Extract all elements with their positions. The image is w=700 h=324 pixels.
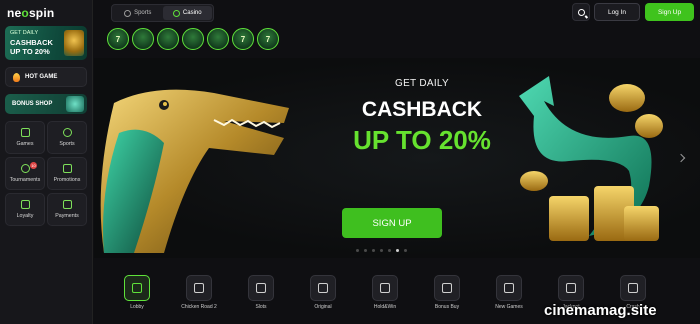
search-button[interactable] [572,3,590,21]
original-icon [310,275,336,301]
signup-button[interactable]: Sign Up [645,3,694,21]
category-label: Chicken Road 2 [181,304,217,310]
carousel-next-icon[interactable] [676,153,686,163]
sidebar-item-label: Loyalty [16,213,34,219]
category-original[interactable]: Original [292,275,354,310]
rocket-icon [620,275,646,301]
category-lobby[interactable]: Lobby [106,275,168,310]
featured-game-icon[interactable] [157,28,179,50]
sidebar-item-sports[interactable]: Sports [47,121,87,154]
crocodile-illustration [100,89,290,254]
search-icon [577,8,585,16]
cashback-promo-card[interactable]: GET DAILY CASHBACK UP TO 20% [5,26,87,60]
ball-icon [124,9,132,17]
sidebar-item-tournaments[interactable]: 10 Tournaments [5,157,45,190]
carousel-dot[interactable] [404,249,407,252]
carousel-dot[interactable] [356,249,359,252]
sidebar-item-payments[interactable]: Payments [47,193,87,226]
sidebar-item-label: Tournaments [9,177,41,183]
carousel-dot[interactable] [388,249,391,252]
featured-game-icon[interactable]: 7 [107,28,129,50]
section-tabs: Sports Casino [111,4,214,22]
casino-page: neospin GET DAILY CASHBACK UP TO 20% HOT… [0,0,700,324]
tab-casino[interactable]: Casino [162,6,212,20]
carousel-dots [356,249,407,252]
category-bonus-buy[interactable]: Bonus Buy [416,275,478,310]
banner-title: CASHBACK [361,98,483,121]
promo-line-2: CASHBACK [10,38,53,47]
category-label: Lobby [130,304,144,310]
tab-sports[interactable]: Sports [113,6,163,20]
diamond-icon [20,200,30,209]
category-label: Bonus Buy [434,304,460,310]
featured-games-row: 7 7 7 [107,28,279,50]
sidebar-item-label: Promotions [53,177,81,183]
dice-icon [20,128,30,137]
category-hold-win[interactable]: Hold&Win [354,275,416,310]
featured-game-icon[interactable] [207,28,229,50]
trophy-icon [20,164,30,173]
logo[interactable]: neospin [7,6,54,20]
featured-game-icon[interactable]: 7 [232,28,254,50]
sidebar-item-promotions[interactable]: Promotions [47,157,87,190]
coins-illustration [519,76,663,241]
category-label: New Games [495,304,523,310]
banner-kicker: GET DAILY [394,78,449,89]
banner-subtitle: UP TO 20% [353,125,491,155]
hold-win-icon [372,275,398,301]
promo-line-1: GET DAILY [10,30,39,36]
sidebar-nav-grid: Games Sports 10 Tournaments Promotions L… [5,121,87,226]
featured-game-icon[interactable]: 7 [257,28,279,50]
sidebar-item-games[interactable]: Games [5,121,45,154]
tab-label: Sports [134,10,152,16]
promo-banner: GET DAILY CASHBACK UP TO 20% SIGN UP [94,58,700,258]
carousel-dot[interactable] [364,249,367,252]
new-games-icon [496,275,522,301]
slot-machine-icon [248,275,274,301]
category-chicken-road-2[interactable]: Chicken Road 2 [168,275,230,310]
carousel-dot[interactable] [372,249,375,252]
sidebar-item-label: Payments [55,213,79,219]
wallet-icon [62,200,72,209]
sidebar: neospin GET DAILY CASHBACK UP TO 20% HOT… [0,0,93,324]
hot-game-label: HOT GAME [25,74,58,80]
chicken-icon [186,275,212,301]
gift-icon [434,275,460,301]
lobby-icon [124,275,150,301]
sidebar-item-label: Games [16,141,34,147]
login-button[interactable]: Log In [594,3,640,21]
promo-line-3: UP TO 20% [10,47,50,56]
category-slots[interactable]: Slots [230,275,292,310]
banner-signup-button[interactable]: SIGN UP [342,208,442,238]
tab-label: Casino [182,10,202,16]
carousel-dot[interactable] [396,249,399,252]
sidebar-item-label: Sports [59,141,75,147]
bonus-shop-label: BONUS SHOP [12,101,53,107]
carousel-dot[interactable] [380,249,383,252]
category-label: Slots [255,304,267,310]
jackpot-icon [558,275,584,301]
category-label: Original [314,304,332,310]
fire-icon [13,72,20,82]
featured-game-icon[interactable] [132,28,154,50]
featured-game-icon[interactable] [182,28,204,50]
chip-icon [172,9,180,17]
ball-icon [62,128,72,137]
category-label: Hold&Win [373,304,397,310]
gift-icon [62,164,72,173]
bonus-shop-button[interactable]: BONUS SHOP [5,94,87,114]
sidebar-item-loyalty[interactable]: Loyalty [5,193,45,226]
tournaments-badge: 10 [30,162,37,169]
category-new-games[interactable]: New Games [478,275,540,310]
bonus-shop-art [66,96,84,112]
watermark: cinemamag.site [544,302,657,319]
hot-game-button[interactable]: HOT GAME [5,67,87,87]
promo-art [64,30,84,56]
